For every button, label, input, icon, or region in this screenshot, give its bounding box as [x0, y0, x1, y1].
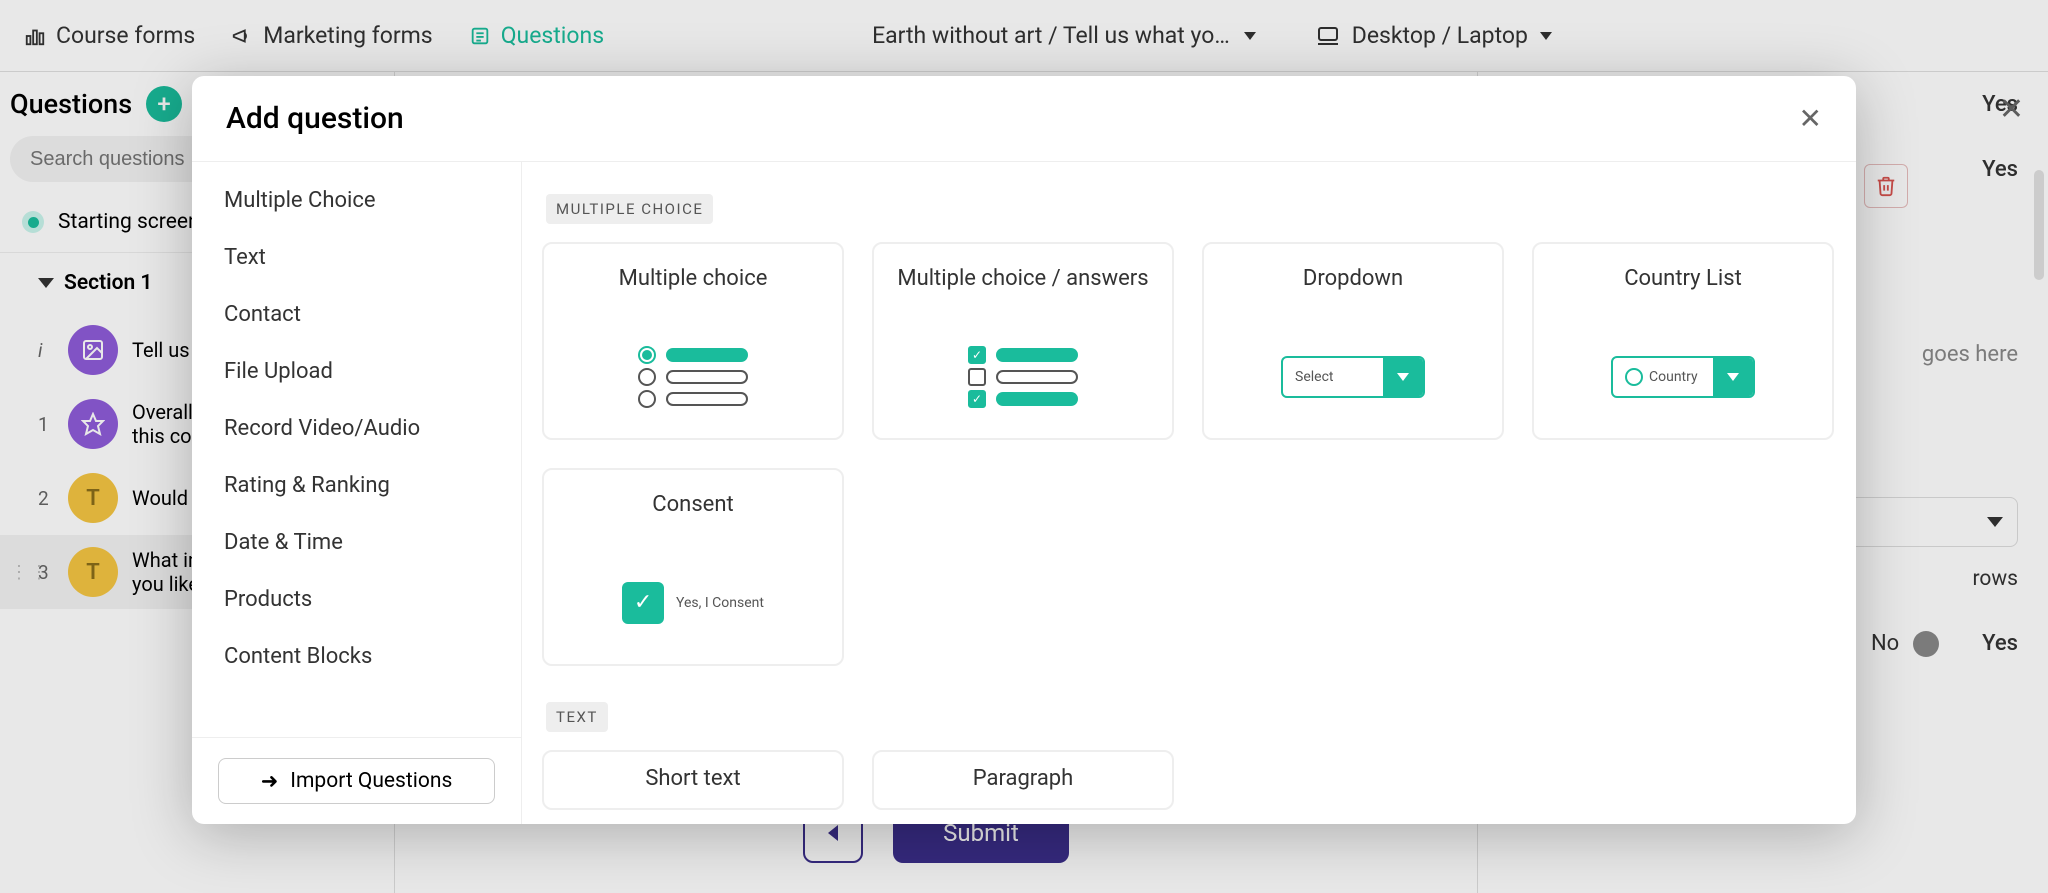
card-preview [638, 315, 748, 438]
card-title: Short text [645, 766, 740, 791]
consent-text: Yes, I Consent [676, 595, 764, 611]
arrow-right-icon: ➜ [261, 769, 279, 794]
add-question-modal: Add question ✕ Multiple Choice Text Cont… [192, 76, 1856, 824]
card-dropdown[interactable]: Dropdown Select [1202, 242, 1504, 440]
category-contact[interactable]: Contact [192, 286, 521, 343]
chevron-down-icon [1713, 358, 1753, 396]
category-file-upload[interactable]: File Upload [192, 343, 521, 400]
category-products[interactable]: Products [192, 571, 521, 628]
section-label-text: TEXT [546, 702, 608, 732]
modal-title: Add question [226, 101, 404, 136]
category-rating-ranking[interactable]: Rating & Ranking [192, 457, 521, 514]
card-short-text[interactable]: Short text [542, 750, 844, 810]
import-questions-button[interactable]: ➜ Import Questions [218, 758, 495, 804]
card-title: Paragraph [973, 766, 1074, 791]
import-label: Import Questions [290, 769, 452, 793]
card-paragraph[interactable]: Paragraph [872, 750, 1174, 810]
card-title: Consent [652, 492, 733, 517]
card-multiple-choice-answers[interactable]: Multiple choice / answers ✓ ✓ [872, 242, 1174, 440]
globe-icon [1625, 368, 1643, 386]
category-sidebar: Multiple Choice Text Contact File Upload… [192, 162, 522, 824]
card-title: Dropdown [1303, 266, 1403, 291]
card-preview: ✓ ✓ [968, 315, 1078, 438]
card-title: Country List [1624, 266, 1742, 291]
section-label-mc: MULTIPLE CHOICE [546, 194, 713, 224]
card-consent[interactable]: Consent ✓ Yes, I Consent [542, 468, 844, 666]
dropdown-text: Select [1283, 358, 1383, 396]
category-text[interactable]: Text [192, 229, 521, 286]
category-date-time[interactable]: Date & Time [192, 514, 521, 571]
card-title: Multiple choice [619, 266, 768, 291]
dropdown-text: Country [1613, 358, 1713, 396]
card-preview: ✓ Yes, I Consent [622, 541, 764, 664]
category-multiple-choice[interactable]: Multiple Choice [192, 172, 521, 229]
chevron-down-icon [1383, 358, 1423, 396]
card-preview: Select [1281, 315, 1425, 438]
category-content-blocks[interactable]: Content Blocks [192, 628, 521, 685]
close-modal-button[interactable]: ✕ [1799, 102, 1822, 135]
card-multiple-choice[interactable]: Multiple choice [542, 242, 844, 440]
category-record-video-audio[interactable]: Record Video/Audio [192, 400, 521, 457]
check-icon: ✓ [622, 582, 664, 624]
modal-backdrop: Add question ✕ Multiple Choice Text Cont… [0, 0, 2048, 893]
card-title: Multiple choice / answers [897, 266, 1148, 291]
card-preview: Country [1611, 315, 1755, 438]
card-country-list[interactable]: Country List Country [1532, 242, 1834, 440]
modal-content: MULTIPLE CHOICE Multiple choice [522, 162, 1856, 824]
